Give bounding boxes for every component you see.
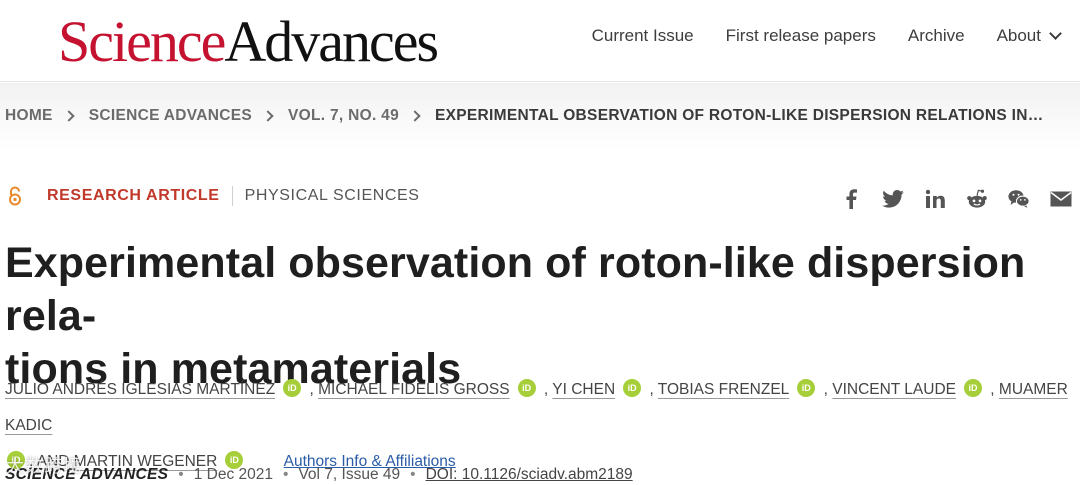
nav-first-release-papers[interactable]: First release papers bbox=[726, 26, 876, 46]
nav-archive[interactable]: Archive bbox=[908, 26, 965, 46]
chevron-down-icon bbox=[1049, 27, 1062, 40]
wechat-icon[interactable] bbox=[1008, 188, 1030, 210]
chevron-right-icon bbox=[63, 110, 75, 122]
separator: , bbox=[819, 381, 828, 398]
author-link[interactable]: MICHAEL FIDELIS GROSS bbox=[318, 381, 510, 398]
doi-link[interactable]: DOI: 10.1126/sciadv.abm2189 bbox=[426, 466, 633, 484]
article-type[interactable]: RESEARCH ARTICLE bbox=[47, 187, 220, 205]
chevron-right-icon bbox=[409, 110, 421, 122]
breadcrumb-current: EXPERIMENTAL OBSERVATION OF ROTON-LIKE D… bbox=[435, 107, 1044, 124]
separator: , bbox=[539, 381, 549, 398]
separator: , bbox=[985, 381, 995, 398]
citation-line: SCIENCE ADVANCES • 1 Dec 2021 • Vol 7, I… bbox=[5, 466, 633, 484]
chevron-right-icon bbox=[262, 110, 274, 122]
article-subject[interactable]: PHYSICAL SCIENCES bbox=[245, 187, 420, 205]
author-link[interactable]: VINCENT LAUDE bbox=[832, 381, 956, 398]
twitter-icon[interactable] bbox=[882, 188, 904, 210]
breadcrumb: HOME SCIENCE ADVANCES VOL. 7, NO. 49 EXP… bbox=[5, 107, 1044, 125]
facebook-icon[interactable] bbox=[840, 188, 862, 210]
nav-about-label: About bbox=[996, 26, 1041, 45]
orcid-icon[interactable]: iD bbox=[963, 378, 982, 397]
orcid-icon[interactable]: iD bbox=[623, 378, 642, 397]
breadcrumb-home[interactable]: HOME bbox=[5, 107, 53, 125]
publication-date: 1 Dec 2021 bbox=[193, 466, 273, 483]
title-line-1: Experimental observation of roton-like d… bbox=[5, 239, 1026, 340]
separator: , bbox=[305, 381, 314, 398]
breadcrumb-issue[interactable]: VOL. 7, NO. 49 bbox=[288, 107, 399, 125]
breadcrumb-journal[interactable]: SCIENCE ADVANCES bbox=[89, 107, 252, 125]
separator: • bbox=[283, 466, 289, 483]
linkedin-icon[interactable] bbox=[924, 188, 946, 210]
orcid-icon[interactable]: iD bbox=[797, 378, 816, 397]
email-icon[interactable] bbox=[1050, 188, 1072, 210]
author-link[interactable]: JULIO ANDRÉS IGLESIAS MARTÍNEZ bbox=[5, 381, 275, 398]
nav-about[interactable]: About bbox=[996, 26, 1062, 46]
logo-science: Science bbox=[58, 9, 226, 74]
watermark: 大数跨境 bbox=[6, 456, 82, 476]
share-bar bbox=[840, 188, 1072, 210]
article-meta: RESEARCH ARTICLE PHYSICAL SCIENCES bbox=[5, 186, 420, 206]
divider bbox=[231, 186, 233, 206]
orcid-icon[interactable]: iD bbox=[283, 378, 302, 397]
orcid-icon[interactable]: iD bbox=[517, 378, 536, 397]
author-link[interactable]: TOBIAS FRENZEL bbox=[658, 381, 790, 398]
separator: • bbox=[178, 466, 184, 483]
main-nav: Current Issue First release papers Archi… bbox=[592, 26, 1062, 46]
site-header: Science Advances Current Issue First rele… bbox=[0, 0, 1080, 82]
nav-current-issue[interactable]: Current Issue bbox=[592, 26, 694, 46]
open-access-icon bbox=[7, 186, 23, 206]
separator: • bbox=[410, 466, 416, 483]
volume-issue[interactable]: Vol 7, Issue 49 bbox=[298, 466, 400, 484]
logo-advances: Advances bbox=[224, 9, 439, 74]
journal-logo[interactable]: Science Advances bbox=[58, 8, 439, 74]
author-list: JULIO ANDRÉS IGLESIAS MARTÍNEZ iD , MICHA… bbox=[5, 372, 1075, 480]
breadcrumb-band: HOME SCIENCE ADVANCES VOL. 7, NO. 49 EXP… bbox=[0, 83, 1080, 151]
reddit-icon[interactable] bbox=[966, 188, 988, 210]
separator: , bbox=[645, 381, 654, 398]
author-link[interactable]: YI CHEN bbox=[552, 381, 615, 398]
